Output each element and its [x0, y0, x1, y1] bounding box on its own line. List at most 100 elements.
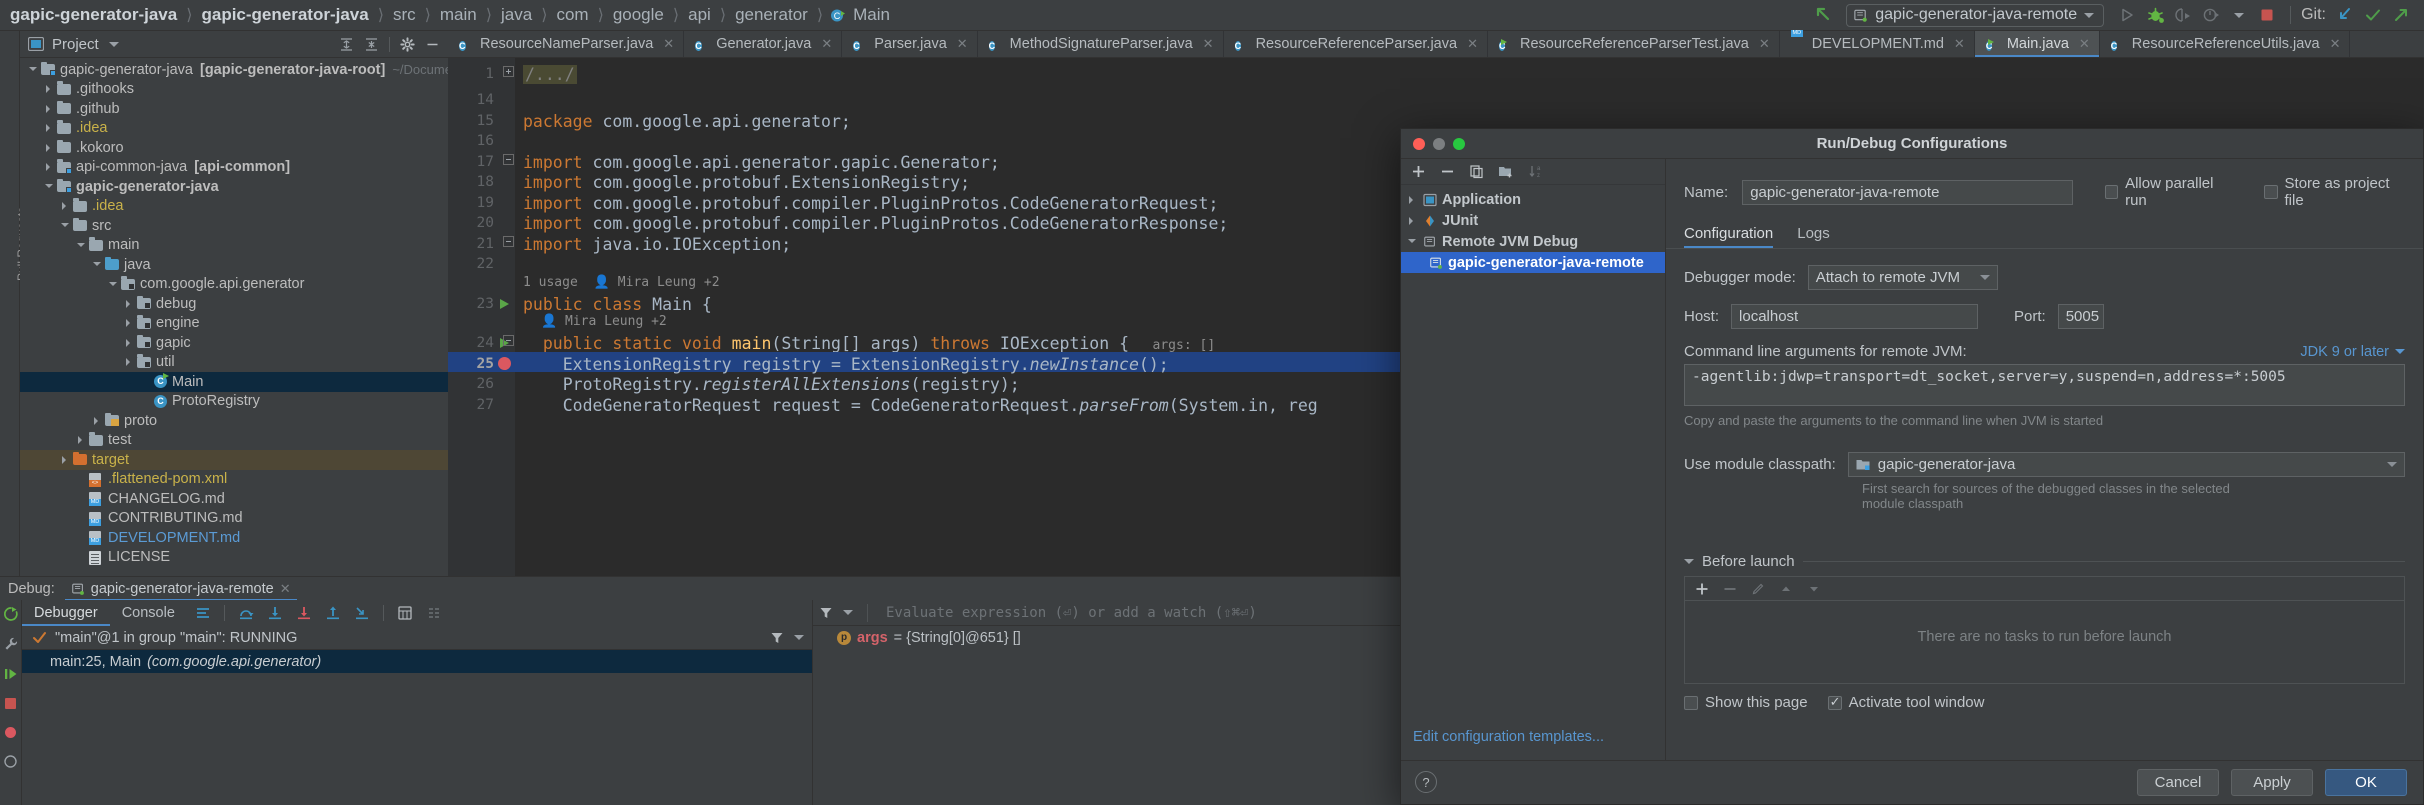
git-commit-icon[interactable] — [2360, 3, 2386, 27]
code-line[interactable]: ExtensionRegistry registry = ExtensionRe… — [523, 355, 1169, 374]
close-icon[interactable]: ✕ — [1203, 36, 1214, 52]
editor-tab-resourcereferenceparser-java[interactable]: CResourceReferenceParser.java✕ — [1224, 31, 1488, 57]
layout-settings-icon[interactable] — [195, 605, 211, 621]
run-gutter-icon[interactable] — [500, 299, 509, 309]
tab-configuration[interactable]: Configuration — [1684, 225, 1773, 248]
fold-collapse-icon[interactable] — [503, 154, 514, 165]
remove-icon[interactable] — [1440, 164, 1455, 179]
editor-tab-main-java[interactable]: CMain.java✕ — [1975, 31, 2100, 57]
hide-panel-icon[interactable] — [425, 37, 440, 52]
chevron-down-icon[interactable] — [109, 42, 119, 47]
tree-item-api-common-java[interactable]: api-common-java[api-common] — [20, 158, 448, 178]
code-line[interactable]: import java.io.IOException; — [523, 235, 791, 254]
tab-debugger[interactable]: Debugger — [22, 600, 110, 626]
chevron-down-icon[interactable] — [2395, 349, 2405, 354]
editor-tab-resourcereferenceparsertest-java[interactable]: CResourceReferenceParserTest.java✕ — [1488, 31, 1780, 57]
tree-item--flattened-pom-xml[interactable]: <>.flattened-pom.xml — [20, 470, 448, 490]
code-vision-hint[interactable]: 1 usage👤 Mira Leung +2 — [523, 275, 720, 290]
help-button[interactable]: ? — [1415, 771, 1437, 793]
filter-icon[interactable] — [819, 606, 833, 620]
tree-item-license[interactable]: LICENSE — [20, 548, 448, 568]
add-folder-icon[interactable] — [1498, 164, 1514, 179]
code-line[interactable]: import com.google.protobuf.ExtensionRegi… — [523, 173, 970, 192]
tree-item-src[interactable]: src — [20, 216, 448, 236]
stop-icon[interactable] — [3, 696, 18, 711]
debugger-tabs[interactable]: Debugger Console — [22, 600, 812, 626]
tree-item-main[interactable]: CMain — [20, 372, 448, 392]
profile-icon[interactable] — [2198, 3, 2224, 27]
chevron-down-icon[interactable] — [28, 64, 39, 75]
allow-parallel-run-checkbox[interactable]: Allow parallel run — [2105, 175, 2232, 209]
chevron-right-icon[interactable] — [44, 84, 55, 95]
module-classpath-select[interactable]: gapic-generator-java — [1848, 452, 2405, 477]
resume-program-icon[interactable] — [3, 666, 19, 682]
tree-item-main[interactable]: main — [20, 236, 448, 256]
debug-icon[interactable] — [2142, 3, 2168, 27]
breadcrumb-item-2[interactable]: src — [391, 5, 418, 25]
step-over-icon[interactable] — [238, 605, 254, 621]
breadcrumb-item-3[interactable]: main — [438, 5, 479, 25]
tree-item--github[interactable]: .github — [20, 99, 448, 119]
tree-item-target[interactable]: target — [20, 450, 448, 470]
chevron-right-icon[interactable] — [124, 337, 135, 348]
evaluate-expression-icon[interactable] — [397, 605, 413, 621]
run-with-coverage-icon[interactable] — [2170, 3, 2196, 27]
config-group-junit[interactable]: JUnit — [1401, 210, 1665, 231]
close-icon[interactable]: ✕ — [2079, 36, 2090, 52]
before-launch-header[interactable]: Before launch — [1684, 553, 2405, 570]
before-launch-task-list[interactable]: There are no tasks to run before launch — [1684, 576, 2405, 684]
add-icon[interactable] — [1411, 164, 1426, 179]
fold-collapse-icon[interactable] — [503, 236, 514, 247]
close-icon[interactable]: ✕ — [1759, 36, 1770, 52]
name-input[interactable]: gapic-generator-java-remote — [1742, 180, 2073, 205]
configuration-tabs[interactable]: Configuration Logs — [1666, 215, 2423, 248]
settings-wrench-icon[interactable] — [3, 636, 19, 652]
chevron-right-icon[interactable] — [44, 123, 55, 134]
close-icon[interactable]: ✕ — [957, 36, 968, 52]
chevron-right-icon[interactable] — [76, 435, 87, 446]
chevron-right-icon[interactable] — [124, 357, 135, 368]
chevron-down-icon[interactable] — [2226, 3, 2252, 27]
ok-button[interactable]: OK — [2325, 769, 2407, 796]
close-icon[interactable]: ✕ — [2330, 36, 2341, 52]
tree-item-com-google-api-generator[interactable]: com.google.api.generator — [20, 275, 448, 295]
code-line[interactable]: import com.google.api.generator.gapic.Ge… — [523, 153, 1000, 172]
breadcrumb-item-1[interactable]: gapic-generator-java — [199, 5, 370, 25]
collapse-all-icon[interactable] — [364, 37, 379, 52]
chevron-down-icon[interactable] — [1407, 236, 1418, 247]
close-icon[interactable]: ✕ — [663, 36, 674, 52]
close-icon[interactable]: ✕ — [1467, 36, 1478, 52]
code-line[interactable]: package com.google.api.generator; — [523, 112, 851, 131]
tree-item-protoregistry[interactable]: CProtoRegistry — [20, 392, 448, 412]
edit-configuration-templates-link[interactable]: Edit configuration templates... — [1413, 729, 1604, 745]
step-out-icon[interactable] — [325, 605, 341, 621]
editor-tab-resourcenameparser-java[interactable]: CResourceNameParser.java✕ — [448, 31, 684, 57]
config-group-remote-jvm-debug[interactable]: Remote JVM Debug — [1401, 231, 1665, 252]
sort-alphabetically-icon[interactable]: az — [1528, 164, 1543, 179]
tree-item-changelog-md[interactable]: MDCHANGELOG.md — [20, 489, 448, 509]
tree-item-debug[interactable]: debug — [20, 294, 448, 314]
copy-icon[interactable] — [1469, 164, 1484, 179]
code-line[interactable]: import com.google.protobuf.compiler.Plug… — [523, 214, 1228, 233]
chevron-right-icon[interactable] — [1407, 215, 1418, 226]
thread-status-row[interactable]: "main"@1 in group "main": RUNNING — [22, 626, 812, 650]
config-group-application[interactable]: Application — [1401, 189, 1665, 210]
expand-all-icon[interactable] — [339, 37, 354, 52]
back-arrow-icon[interactable] — [1810, 3, 1836, 27]
rerun-icon[interactable] — [3, 606, 19, 622]
activate-tool-window-checkbox[interactable]: Activate tool window — [1828, 694, 1985, 711]
chevron-right-icon[interactable] — [44, 142, 55, 153]
close-icon[interactable]: ✕ — [280, 581, 291, 597]
close-icon[interactable]: ✕ — [821, 36, 832, 52]
filter-icon[interactable] — [770, 631, 784, 645]
breakpoint-icon[interactable] — [498, 357, 511, 370]
chevron-right-icon[interactable] — [92, 415, 103, 426]
code-vision-author[interactable]: 👤 Mira Leung +2 — [541, 314, 667, 329]
chevron-right-icon[interactable] — [44, 103, 55, 114]
tree-item-gapic-generator-java[interactable]: gapic-generator-java[gapic-generator-jav… — [20, 60, 448, 80]
editor-gutter[interactable]: 11415161718192021222324252627 — [448, 58, 515, 576]
run-to-cursor-icon[interactable] — [354, 605, 370, 621]
tree-item--githooks[interactable]: .githooks — [20, 80, 448, 100]
tree-item--kokoro[interactable]: .kokoro — [20, 138, 448, 158]
chevron-right-icon[interactable] — [124, 318, 135, 329]
